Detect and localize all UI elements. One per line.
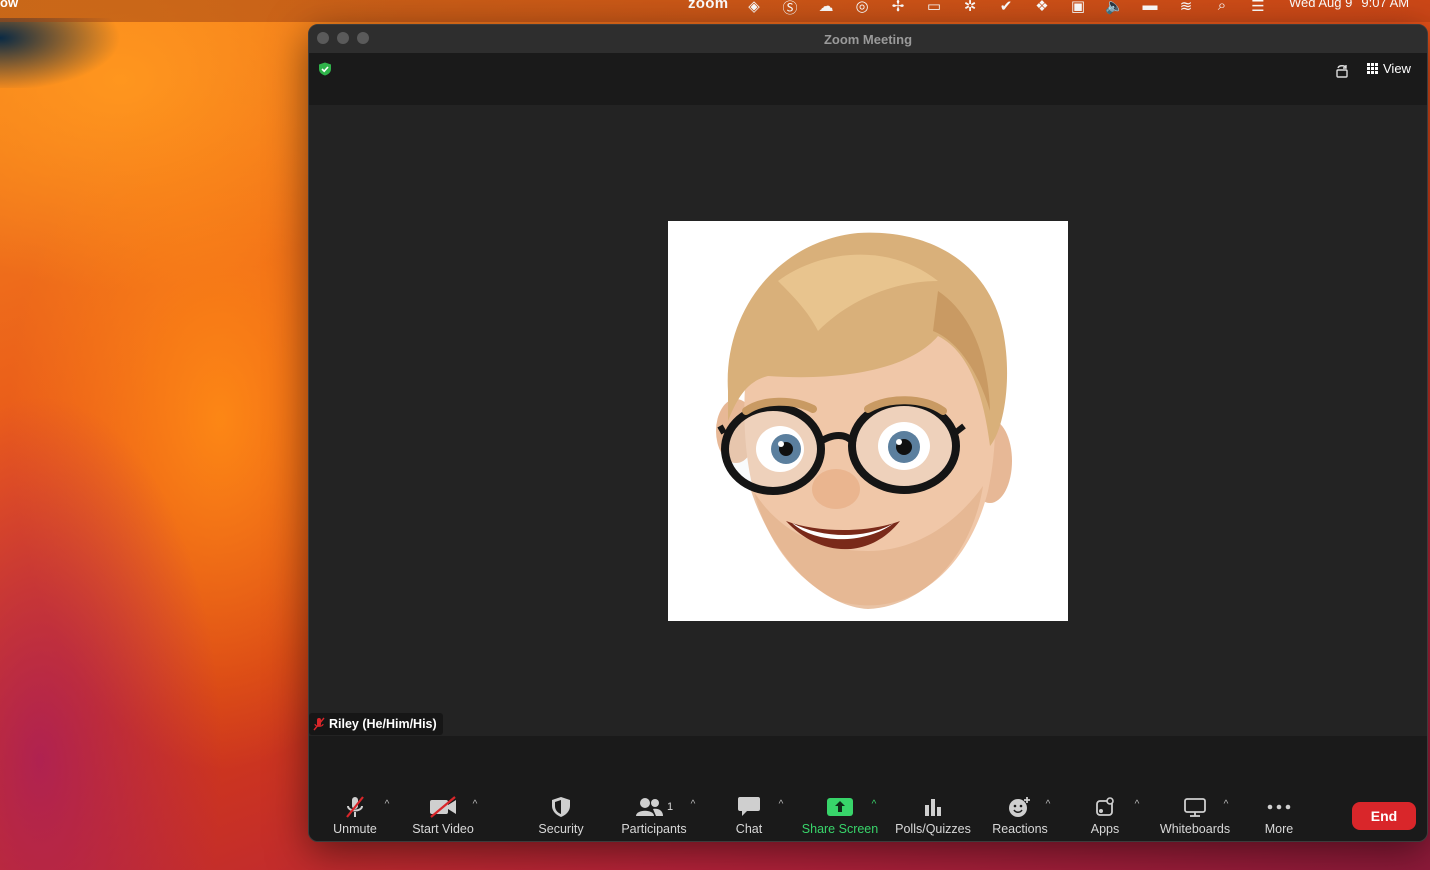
reactions-options-caret[interactable]: ^: [1043, 800, 1053, 810]
security-shield-icon: [552, 797, 570, 817]
apps-icon: [1096, 797, 1114, 816]
participant-name-tag: Riley (He/Him/His): [309, 713, 443, 735]
whiteboards-options-caret[interactable]: ^: [1221, 800, 1231, 810]
chat-bubble-icon: [738, 797, 760, 816]
control-center-icon[interactable]: ☰: [1249, 0, 1267, 18]
menu-clock[interactable]: Wed Aug 9 9:07 AM: [1289, 0, 1409, 10]
share-screen-icon: [827, 798, 853, 816]
participant-count: 1: [666, 801, 674, 813]
share-screen-button[interactable]: Share Screen: [801, 786, 879, 841]
meeting-top-bar: View: [309, 53, 1427, 105]
zoom-window-button[interactable]: [357, 32, 369, 44]
window-titlebar[interactable]: Zoom Meeting: [309, 25, 1427, 53]
check-icon[interactable]: ✔: [997, 0, 1015, 18]
more-dots-icon: [1267, 804, 1291, 810]
chat-label: Chat: [735, 822, 763, 836]
polls-quizzes-label: Polls/Quizzes: [895, 822, 971, 836]
wallpaper-shadow: [0, 18, 150, 88]
end-meeting-button[interactable]: End: [1352, 802, 1416, 830]
apps-label: Apps: [1090, 822, 1120, 836]
toolbar-spacer: [309, 736, 1427, 786]
close-window-button[interactable]: [317, 32, 329, 44]
participant-avatar: [668, 221, 1068, 621]
fan-icon[interactable]: ✢: [889, 0, 907, 18]
more-button[interactable]: More: [1259, 786, 1299, 841]
participants-label: Participants: [621, 822, 687, 836]
video-options-caret[interactable]: ^: [470, 800, 480, 810]
video-off-icon: [430, 796, 456, 818]
unmute-button[interactable]: Unmute: [329, 786, 381, 841]
security-button[interactable]: Security: [533, 786, 589, 841]
minimize-window-button[interactable]: [337, 32, 349, 44]
reactions-label: Reactions: [992, 822, 1048, 836]
participants-button[interactable]: 1 Participants: [619, 786, 689, 841]
emoji-reaction-icon: [1009, 797, 1030, 817]
polls-quizzes-button[interactable]: Polls/Quizzes: [895, 786, 971, 841]
participants-options-caret[interactable]: ^: [688, 800, 698, 810]
volume-icon[interactable]: 🔈: [1105, 0, 1124, 18]
more-label: More: [1264, 822, 1294, 836]
status-tray: ◈ Ⓢ ☁ ◎ ✢ ▭ ✲ ✔ ❖ ▣ 🔈 ▬ ≋ ⌕ ☰: [745, 0, 1267, 18]
muted-mic-icon: [313, 717, 325, 731]
search-icon[interactable]: ⌕: [1213, 0, 1231, 18]
display-icon[interactable]: ▣: [1069, 0, 1087, 18]
view-button[interactable]: View: [1367, 61, 1411, 76]
menu-bar: ow zoom ◈ Ⓢ ☁ ◎ ✢ ▭ ✲ ✔ ❖ ▣ 🔈 ▬ ≋ ⌕ ☰ We…: [0, 0, 1430, 22]
battery-icon[interactable]: ▬: [1141, 0, 1159, 18]
audio-options-caret[interactable]: ^: [382, 800, 392, 810]
wifi-icon[interactable]: ≋: [1177, 0, 1195, 18]
unmute-label: Unmute: [333, 822, 377, 836]
vpn-icon[interactable]: ◈: [745, 0, 763, 18]
chat-button[interactable]: Chat: [729, 786, 769, 841]
zoom-meeting-window: Zoom Meeting View Riley (He/Him/His) Unm…: [308, 24, 1428, 842]
window-controls: [317, 32, 369, 44]
security-label: Security: [538, 822, 584, 836]
rotate-camera-icon[interactable]: [1333, 62, 1351, 80]
start-video-label: Start Video: [412, 822, 474, 836]
menu-time: 9:07 AM: [1361, 0, 1410, 10]
window-title: Zoom Meeting: [823, 31, 913, 47]
screen-icon[interactable]: ▭: [925, 0, 943, 18]
sync-icon[interactable]: ◎: [853, 0, 871, 18]
dropbox-icon[interactable]: ❖: [1033, 0, 1051, 18]
whiteboards-button[interactable]: Whiteboards: [1157, 786, 1233, 841]
share-screen-label: Share Screen: [801, 822, 879, 836]
menu-date: Wed Aug 9: [1289, 0, 1353, 10]
chat-options-caret[interactable]: ^: [776, 800, 786, 810]
view-label: View: [1383, 61, 1411, 76]
apps-button[interactable]: Apps: [1087, 786, 1123, 841]
meeting-controls-toolbar: Unmute ^ Start Video ^ Security 1 Partic…: [309, 786, 1427, 841]
reactions-button[interactable]: Reactions: [991, 786, 1049, 841]
gear-icon[interactable]: ✲: [961, 0, 979, 18]
menu-app-name[interactable]: ow: [0, 0, 18, 10]
apps-options-caret[interactable]: ^: [1132, 800, 1142, 810]
memoji-image: [716, 232, 1012, 609]
muted-microphone-icon: [346, 796, 364, 818]
encryption-shield-icon[interactable]: [318, 62, 332, 76]
skype-icon[interactable]: Ⓢ: [781, 0, 799, 18]
share-options-caret[interactable]: ^: [869, 800, 879, 810]
bar-chart-icon: [925, 799, 941, 816]
creative-cloud-icon[interactable]: ☁: [817, 0, 835, 18]
zoom-menu-item[interactable]: zoom: [688, 0, 728, 12]
grid-view-icon: [1367, 63, 1378, 74]
whiteboards-label: Whiteboards: [1159, 822, 1231, 836]
start-video-button[interactable]: Start Video: [410, 786, 476, 841]
participants-icon: [635, 798, 663, 816]
whiteboard-icon: [1184, 798, 1206, 817]
video-stage: [309, 105, 1427, 736]
participant-name: Riley (He/Him/His): [329, 717, 437, 731]
